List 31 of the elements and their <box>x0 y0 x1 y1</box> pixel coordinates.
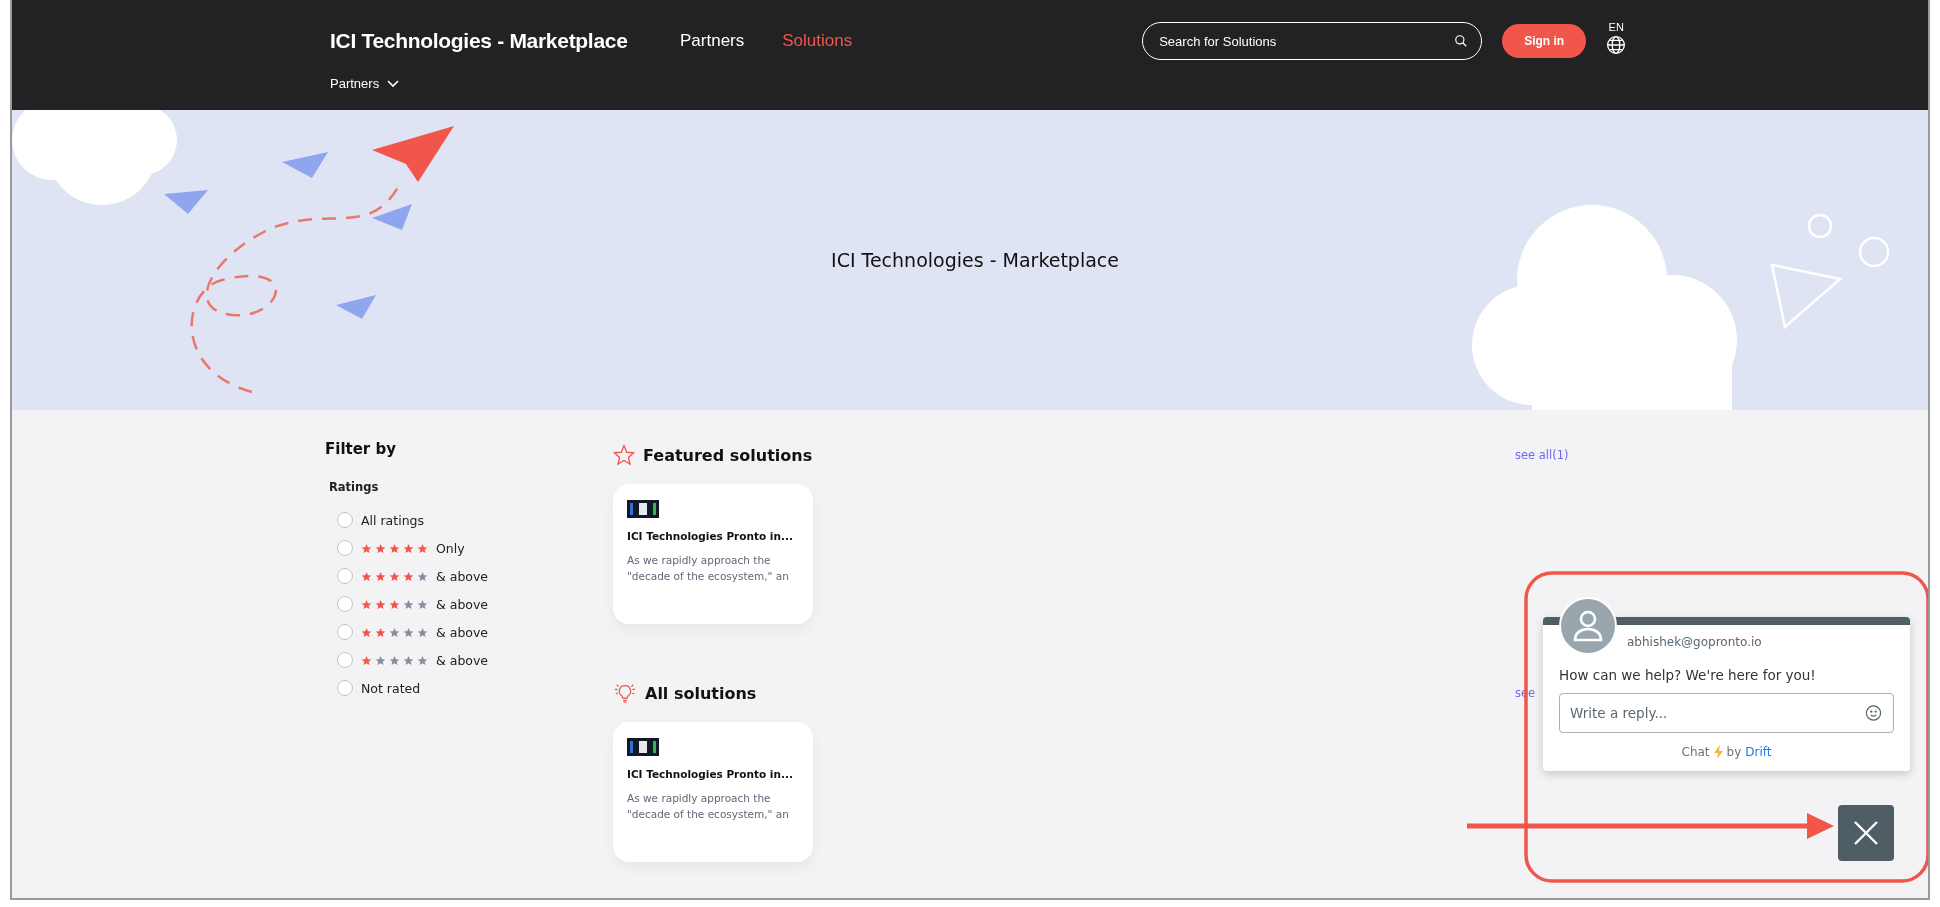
site-logo-text[interactable]: ICI Technologies - Marketplace <box>330 29 680 53</box>
filter-title: Filter by <box>325 440 397 458</box>
chat-message: How can we help? We're here for you! <box>1559 667 1817 683</box>
search-field[interactable]: Search for Solutions <box>1142 22 1483 60</box>
card-title: ICI Technologies Pronto in... <box>627 768 793 780</box>
rating-option-label[interactable]: & above <box>436 568 489 584</box>
nav-link[interactable]: Solutions <box>782 31 853 51</box>
rating-option-label[interactable]: & above <box>436 596 489 612</box>
solution-card[interactable]: ICI Technologies Pronto in... As we rapidly approach the "decade of the ecosystem," an <box>613 722 813 862</box>
footer-text: Chat <box>1681 745 1710 759</box>
hero-title: ICI Technologies - Marketplace <box>831 249 1119 271</box>
ratings-label: Ratings <box>329 480 380 494</box>
rating-option-label[interactable]: & above <box>436 652 489 668</box>
reply-field[interactable]: Write a reply... <box>1559 693 1894 733</box>
see-all-link[interactable]: see all(1) <box>1515 448 1569 462</box>
solution-card[interactable]: ICI Technologies Pronto in... As we rapidly approach the "decade of the ecosystem," an <box>613 484 813 624</box>
rating-option-label[interactable]: & above <box>436 624 489 640</box>
card-title: ICI Technologies Pronto in... <box>627 530 793 542</box>
drift-link[interactable]: Drift <box>1745 745 1772 759</box>
rating-option-label[interactable]: All ratings <box>361 512 424 528</box>
rating-option-label[interactable]: Only <box>436 540 465 556</box>
partners-dropdown[interactable]: Partners <box>330 76 400 91</box>
nav-link[interactable]: Partners <box>680 31 745 51</box>
card-description: As we rapidly approach the "decade of the ecosystem," an <box>627 791 790 822</box>
language-label[interactable]: EN <box>1608 21 1624 33</box>
rating-option-label[interactable]: Not rated <box>361 680 421 696</box>
card-description: As we rapidly approach the "decade of the ecosystem," an <box>627 553 790 584</box>
footer-text: by <box>1726 745 1742 759</box>
agent-email: abhishek@gopronto.io <box>1627 635 1763 649</box>
section-title: All solutions <box>645 683 758 703</box>
section-title: Featured solutions <box>643 445 814 465</box>
